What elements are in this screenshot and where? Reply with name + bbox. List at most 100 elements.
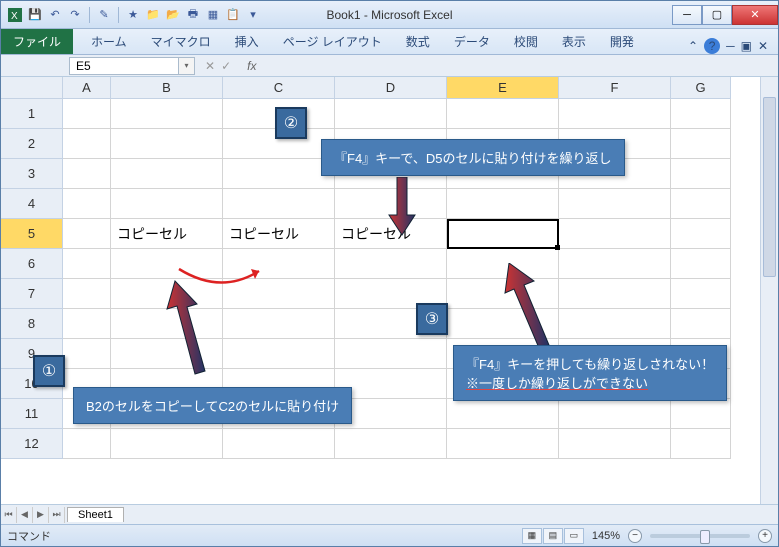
ribbon-tab-view[interactable]: 表示 [550,29,598,54]
ribbon-tab-mymacro[interactable]: マイマクロ [139,29,223,54]
scrollbar-thumb[interactable] [763,97,776,277]
cell-C6[interactable] [223,249,335,279]
cell-D4[interactable] [335,189,447,219]
cell-F1[interactable] [559,99,671,129]
cell-A5[interactable] [63,219,111,249]
doc-minimize-icon[interactable]: ─ [726,39,735,53]
cell-D12[interactable] [335,429,447,459]
cell-G5[interactable] [671,219,731,249]
zoom-level[interactable]: 145% [592,530,620,542]
zoom-slider[interactable] [650,534,750,538]
ribbon-tab-data[interactable]: データ [442,29,502,54]
cell-G4[interactable] [671,189,731,219]
grid-icon[interactable]: ▦ [205,7,221,23]
file-tab[interactable]: ファイル [1,29,73,54]
dropdown-icon[interactable]: ▾ [245,7,261,23]
cell-A2[interactable] [63,129,111,159]
cell-B4[interactable] [111,189,223,219]
cell-C8[interactable] [223,309,335,339]
undo-icon[interactable]: ↶ [47,7,63,23]
cell-B5[interactable]: コピーセル [111,219,223,249]
cell-A6[interactable] [63,249,111,279]
col-header-E[interactable]: E [447,77,559,99]
cell-E12[interactable] [447,429,559,459]
cell-C5[interactable]: コピーセル [223,219,335,249]
row-header-2[interactable]: 2 [1,129,63,159]
vertical-scrollbar[interactable] [760,77,778,504]
enter-icon[interactable]: ✓ [221,59,231,73]
page-layout-view-button[interactable]: ▤ [543,528,563,544]
cancel-icon[interactable]: ✕ [205,59,215,73]
page-break-view-button[interactable]: ▭ [564,528,584,544]
cell-G3[interactable] [671,159,731,189]
folder-icon[interactable]: 📁 [145,7,161,23]
zoom-in-button[interactable]: + [758,529,772,543]
cell-D9[interactable] [335,339,447,369]
ribbon-minimize-icon[interactable]: ⌃ [688,39,698,53]
col-header-B[interactable]: B [111,77,223,99]
zoom-out-button[interactable]: − [628,529,642,543]
ribbon-tab-layout[interactable]: ページ レイアウト [271,29,394,54]
cell-B12[interactable] [111,429,223,459]
row-header-11[interactable]: 11 [1,399,63,429]
sheet-next-icon[interactable]: ▶ [33,507,49,523]
row-header-12[interactable]: 12 [1,429,63,459]
cell-G2[interactable] [671,129,731,159]
cell-D5[interactable]: コピーセル [335,219,447,249]
sheet-prev-icon[interactable]: ◀ [17,507,33,523]
cell-F6[interactable] [559,249,671,279]
cell-A8[interactable] [63,309,111,339]
open-icon[interactable]: 📂 [165,7,181,23]
name-box-dropdown[interactable]: ▾ [179,57,195,75]
col-header-C[interactable]: C [223,77,335,99]
cell-A7[interactable] [63,279,111,309]
cell-G11[interactable] [671,399,731,429]
row-header-1[interactable]: 1 [1,99,63,129]
close-button[interactable]: ✕ [732,5,778,25]
cell-E6[interactable] [447,249,559,279]
row-header-6[interactable]: 6 [1,249,63,279]
fx-label[interactable]: fx [247,59,256,73]
cell-A1[interactable] [63,99,111,129]
minimize-button[interactable]: ─ [672,5,702,25]
cell-E7[interactable] [447,279,559,309]
cell-B2[interactable] [111,129,223,159]
ribbon-tab-dev[interactable]: 開発 [598,29,646,54]
cell-E4[interactable] [447,189,559,219]
cell-G8[interactable] [671,309,731,339]
star-icon[interactable]: ★ [125,7,141,23]
ribbon-tab-insert[interactable]: 挿入 [223,29,271,54]
cell-C4[interactable] [223,189,335,219]
cell-C12[interactable] [223,429,335,459]
cell-B9[interactable] [111,339,223,369]
name-box[interactable]: E5 [69,57,179,75]
cell-A9[interactable] [63,339,111,369]
cell-F11[interactable] [559,399,671,429]
col-header-D[interactable]: D [335,77,447,99]
print-icon[interactable]: 🖶 [185,7,201,23]
help-icon[interactable]: ? [704,38,720,54]
cell-E8[interactable] [447,309,559,339]
cell-E1[interactable] [447,99,559,129]
cell-G6[interactable] [671,249,731,279]
cell-B6[interactable] [111,249,223,279]
cell-A4[interactable] [63,189,111,219]
row-header-8[interactable]: 8 [1,309,63,339]
sheet-first-icon[interactable]: ⏮ [1,507,17,523]
row-header-3[interactable]: 3 [1,159,63,189]
normal-view-button[interactable]: ▦ [522,528,542,544]
cell-C9[interactable] [223,339,335,369]
cell-G12[interactable] [671,429,731,459]
cell-G1[interactable] [671,99,731,129]
cell-C3[interactable] [223,159,335,189]
doc-close-icon[interactable]: ✕ [758,39,768,53]
cell-D1[interactable] [335,99,447,129]
cell-E5[interactable] [447,219,559,249]
cell-F4[interactable] [559,189,671,219]
doc-restore-icon[interactable]: ▣ [741,39,752,53]
row-header-4[interactable]: 4 [1,189,63,219]
col-header-F[interactable]: F [559,77,671,99]
row-header-7[interactable]: 7 [1,279,63,309]
sheet-last-icon[interactable]: ⏭ [49,507,65,523]
cell-A3[interactable] [63,159,111,189]
